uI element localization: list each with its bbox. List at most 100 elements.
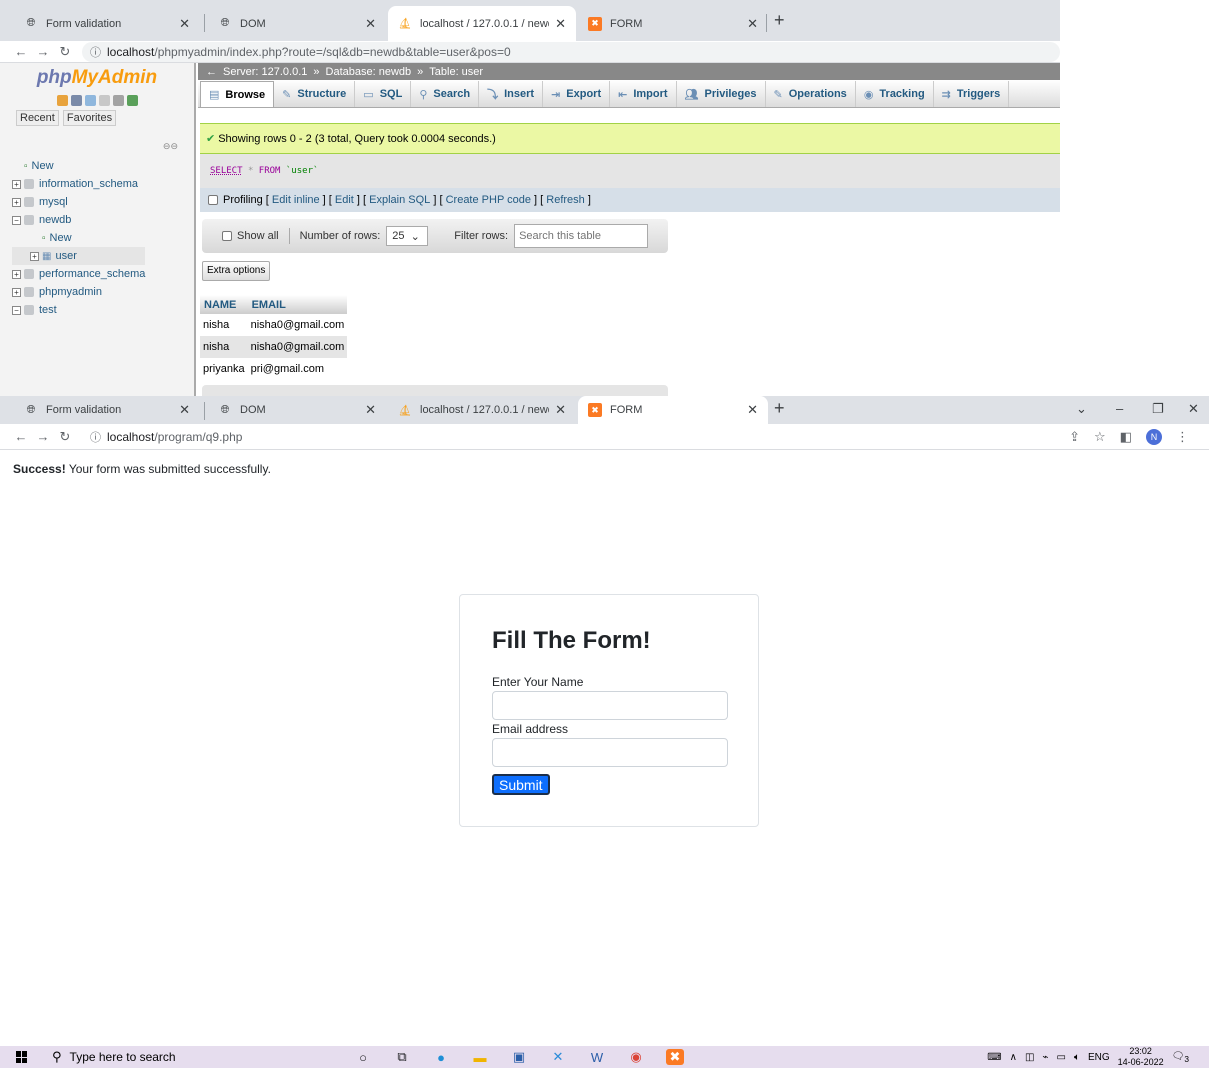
tab-insert[interactable]: ⤵ Insert <box>479 81 544 107</box>
tab-triggers[interactable]: ⇉ Triggers <box>934 81 1010 107</box>
close-tab-icon[interactable]: ✕ <box>555 16 566 32</box>
tree-item-phpmyadmin[interactable]: + phpmyadmin <box>12 283 145 301</box>
clock[interactable]: 23:02 14-06-2022 <box>1118 1046 1164 1068</box>
info-icon[interactable]: ⓘ <box>90 44 101 60</box>
minimize-icon[interactable]: – <box>1116 401 1123 416</box>
expand-icon[interactable]: + <box>12 179 21 189</box>
menu-icon[interactable]: ⋮ <box>1176 429 1189 445</box>
cortana-icon[interactable]: ○ <box>354 1049 372 1065</box>
tab-operations[interactable]: ✎ Operations <box>766 81 856 107</box>
tab-privileges[interactable]: 👥︎ Privileges <box>677 81 766 107</box>
notifications-icon[interactable]: 🗨︎3 <box>1172 1051 1189 1064</box>
expand-icon[interactable]: + <box>12 197 21 207</box>
tab-tracking[interactable]: ◉ Tracking <box>856 81 934 107</box>
tab-phpmyadmin[interactable]: ⛵︎ localhost / 127.0.0.1 / newdb / us ✕ <box>388 396 576 424</box>
create-php-code-link[interactable]: Create PHP code <box>446 194 531 206</box>
side-panel-icon[interactable]: ◧ <box>1120 429 1132 445</box>
back-icon[interactable]: ← <box>10 44 32 59</box>
column-header-name[interactable]: NAME <box>200 295 248 314</box>
refresh-link[interactable]: Refresh <box>546 194 585 206</box>
profiling-checkbox[interactable] <box>208 195 218 205</box>
reload-nav-icon[interactable] <box>126 95 138 106</box>
tab-browse[interactable]: ▤ Browse <box>200 81 275 107</box>
show-hidden-icons[interactable]: ∧ <box>1010 1052 1017 1063</box>
close-tab-icon[interactable]: ✕ <box>179 16 190 32</box>
tab-dom[interactable]: 🌐︎ DOM ✕ <box>208 396 386 424</box>
tray-app-icon[interactable]: ◫ <box>1025 1052 1034 1063</box>
store-icon[interactable]: ▣ <box>510 1049 528 1065</box>
explain-sql-link[interactable]: Explain SQL <box>369 194 430 206</box>
table-row[interactable]: priyanka pri@gmail.com <box>200 358 348 380</box>
tab-dom[interactable]: 🌐︎ DOM ✕ <box>208 6 386 41</box>
submit-button[interactable]: Submit <box>492 774 550 795</box>
close-tab-icon[interactable]: ✕ <box>747 16 758 32</box>
name-input[interactable] <box>492 691 728 720</box>
edit-inline-link[interactable]: Edit inline <box>272 194 320 206</box>
bookmark-star-icon[interactable]: ☆ <box>1094 429 1106 445</box>
cell-name[interactable]: nisha <box>200 336 248 358</box>
column-header-email[interactable]: EMAIL <box>247 295 348 314</box>
phpmyadmin-logo[interactable]: phpMyAdmin <box>0 63 194 97</box>
close-tab-icon[interactable]: ✕ <box>555 402 566 418</box>
collapse-icon[interactable]: ← <box>206 66 217 78</box>
url-field[interactable]: ⓘ localhost/phpmyadmin/index.php?route=/… <box>82 41 1060 62</box>
filter-rows-input[interactable]: Search this table <box>514 224 649 248</box>
tab-search-icon[interactable]: ⌄ <box>1076 401 1087 417</box>
back-icon[interactable]: ← <box>10 429 32 444</box>
edge-icon[interactable]: ● <box>432 1049 450 1065</box>
tab-phpmyadmin[interactable]: ⛵︎ localhost / 127.0.0.1 / newdb / us ✕ <box>388 6 576 41</box>
windows-start-icon[interactable] <box>16 1051 28 1063</box>
cell-name[interactable]: nisha <box>200 314 248 336</box>
tree-item-new[interactable]: ▫ New <box>12 157 145 175</box>
new-tab-button[interactable]: + <box>774 398 785 419</box>
home-icon[interactable] <box>56 95 68 106</box>
language-indicator[interactable]: ENG <box>1088 1052 1110 1063</box>
cell-email[interactable]: nisha0@gmail.com <box>247 336 348 358</box>
close-tab-icon[interactable]: ✕ <box>365 402 376 418</box>
tree-item-user[interactable]: + ▦ user <box>12 247 146 265</box>
tree-item-performance-schema[interactable]: + performance_schema <box>12 265 145 283</box>
info-icon[interactable]: ⓘ <box>90 429 101 445</box>
breadcrumb-database[interactable]: Database: newdb <box>326 66 412 78</box>
tab-structure[interactable]: ✎ Structure <box>274 81 356 107</box>
tree-item-mysql[interactable]: + mysql <box>12 193 145 211</box>
help-icon[interactable] <box>84 95 96 106</box>
tab-form[interactable]: ✖ FORM ✕ <box>578 396 768 424</box>
number-of-rows-select[interactable]: 25 ⌄ <box>386 226 429 246</box>
word-icon[interactable]: W <box>588 1049 606 1065</box>
volume-icon[interactable]: 🔈︎ <box>1074 1052 1080 1063</box>
close-tab-icon[interactable]: ✕ <box>747 402 758 418</box>
show-all-checkbox[interactable] <box>222 231 232 241</box>
cell-name[interactable]: priyanka <box>200 358 248 380</box>
reload-icon[interactable]: ↻ <box>54 429 76 445</box>
extra-options-button[interactable]: Extra options <box>202 261 271 281</box>
table-row[interactable]: nisha nisha0@gmail.com <box>200 336 348 358</box>
cell-email[interactable]: nisha0@gmail.com <box>247 314 348 336</box>
logout-icon[interactable] <box>70 95 82 106</box>
tab-import[interactable]: ⇤ Import <box>610 81 677 107</box>
tab-form[interactable]: ✖ FORM ✕ <box>578 6 768 41</box>
tree-item-test[interactable]: − test <box>12 301 145 319</box>
vscode-icon[interactable]: ✕ <box>549 1049 567 1065</box>
xampp-icon[interactable]: ✖ <box>666 1049 684 1065</box>
tab-search[interactable]: ⚲ Search <box>411 81 480 107</box>
new-tab-button[interactable]: + <box>774 10 785 31</box>
docs-icon[interactable] <box>98 95 110 106</box>
email-input[interactable] <box>492 738 728 767</box>
close-window-icon[interactable]: ✕ <box>1188 401 1199 417</box>
profile-avatar[interactable]: N <box>1146 428 1162 445</box>
forward-icon[interactable]: → <box>32 429 54 444</box>
reload-icon[interactable]: ↻ <box>54 44 76 60</box>
url-field[interactable]: ⓘ localhost/program/q9.php <box>82 426 1070 447</box>
chrome-icon[interactable]: ◉ <box>627 1049 645 1065</box>
task-view-icon[interactable]: ⧉ <box>393 1049 411 1065</box>
tree-item-new[interactable]: +▫New <box>12 229 145 247</box>
expand-icon[interactable]: − <box>12 215 21 225</box>
forward-icon[interactable]: → <box>32 44 54 59</box>
network-icon[interactable]: ⌁ <box>1042 1052 1048 1063</box>
edit-link[interactable]: Edit <box>335 194 354 206</box>
settings-icon[interactable] <box>112 95 124 106</box>
cell-email[interactable]: pri@gmail.com <box>247 358 348 380</box>
keyboard-icon[interactable]: ⌨ <box>987 1052 1001 1063</box>
maximize-icon[interactable]: ❐ <box>1152 401 1164 417</box>
